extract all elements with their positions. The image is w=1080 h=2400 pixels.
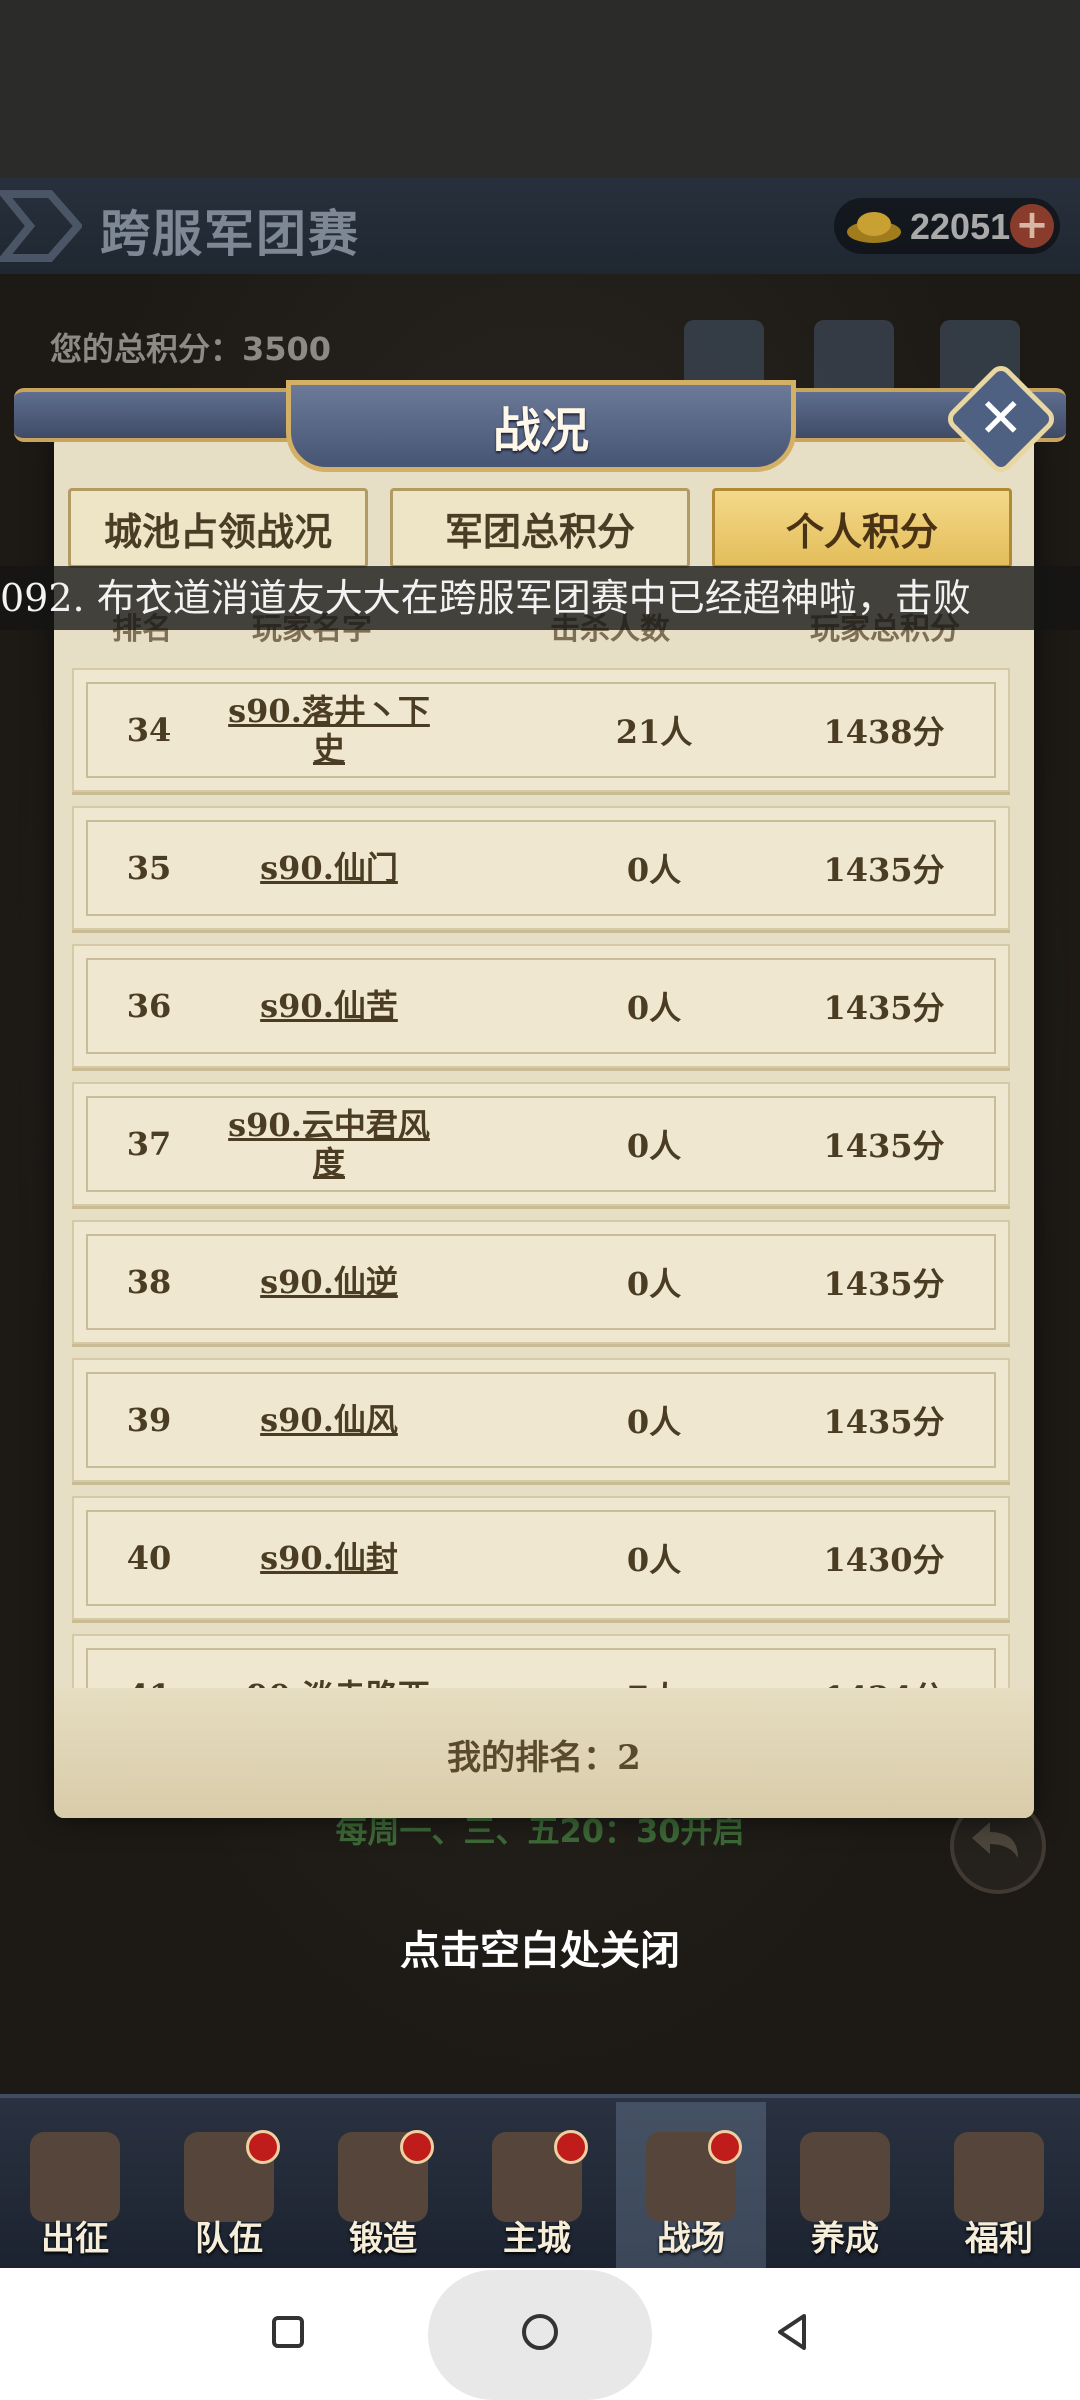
page-title: 跨服军团赛 <box>100 204 360 263</box>
total-score-text: 您的总积分：3500 <box>50 330 332 368</box>
recents-button[interactable] <box>238 2284 338 2380</box>
home-circle-icon <box>522 2314 558 2350</box>
row-kills: 0人 <box>626 989 682 1027</box>
table-row: 35 s90.仙门 0人 1435分 <box>72 806 1010 930</box>
nav-item-battlefield[interactable]: 战场 <box>616 2102 766 2268</box>
broadcast-ticker: 092. 布衣道消道友大大在跨服军团赛中已经超神啦，击败 <box>0 566 1080 630</box>
tab-city-occupation[interactable]: 城池占领战况 <box>68 488 368 568</box>
row-kills: 0人 <box>626 1127 682 1165</box>
modal-tabs: 城池占领战况 军团总积分 个人积分 <box>68 488 1014 568</box>
row-score: 1430分 <box>823 1541 945 1579</box>
back-button[interactable] <box>742 2284 842 2380</box>
row-player-name[interactable]: s90.云中君风度 <box>214 1084 444 1204</box>
gold-ingot-icon <box>847 212 901 243</box>
table-row: 41 s90.淡走路西 7人 1424分 <box>72 1634 1010 1688</box>
table-row: 34 s90.落井丶下史 21人 1438分 <box>72 668 1010 792</box>
gift-temple-icon <box>954 2132 1044 2222</box>
nav-label: 主城 <box>503 2219 571 2259</box>
tab-personal-score[interactable]: 个人积分 <box>712 488 1012 568</box>
row-player-name[interactable]: s90.仙逆 <box>214 1222 444 1342</box>
nav-item-forge[interactable]: 锻造 <box>308 2102 458 2268</box>
nav-label: 出征 <box>41 2219 109 2259</box>
row-rank: 34 <box>126 711 172 749</box>
table-row: 38 s90.仙逆 0人 1435分 <box>72 1220 1010 1344</box>
nav-item-main-city[interactable]: 主城 <box>462 2102 612 2268</box>
bottom-navigation: 出征 队伍 锻造 主城 战场 养成 福利 <box>0 2094 1080 2268</box>
table-row: 36 s90.仙苦 0人 1435分 <box>72 944 1010 1068</box>
row-rank: 39 <box>126 1401 172 1439</box>
my-rank-footer: 我的排名：2 <box>54 1690 1034 1818</box>
nav-item-welfare[interactable]: 福利 <box>924 2102 1074 2268</box>
table-row: 39 s90.仙风 0人 1435分 <box>72 1358 1010 1482</box>
ranking-list[interactable]: 34 s90.落井丶下史 21人 1438分 35 s90.仙门 0人 1435… <box>72 668 1010 1688</box>
row-player-name[interactable]: s90.仙风 <box>214 1360 444 1480</box>
row-score: 1435分 <box>823 851 945 889</box>
nav-label: 养成 <box>811 2219 879 2259</box>
row-score: 1435分 <box>823 1265 945 1303</box>
row-player-name[interactable]: s90.仙苦 <box>214 946 444 1066</box>
row-score: 1438分 <box>823 713 945 751</box>
nav-label: 战场 <box>657 2219 725 2259</box>
row-kills: 7人 <box>554 1636 754 1688</box>
row-kills: 21人 <box>615 713 693 751</box>
notification-dot <box>400 2130 434 2164</box>
row-player-name[interactable]: s90.仙封 <box>214 1498 444 1618</box>
top-dark-area <box>0 0 1080 178</box>
crossed-swords-icon <box>30 2132 120 2222</box>
recents-square-icon <box>272 2316 304 2348</box>
page-header: 跨服军团赛 22051 + <box>0 178 1080 274</box>
row-kills: 0人 <box>626 1265 682 1303</box>
nav-item-expedition[interactable]: 出征 <box>0 2102 150 2268</box>
row-player-name[interactable]: s90.落井丶下史 <box>214 670 444 790</box>
close-hint-text[interactable]: 点击空白处关闭 <box>0 1918 1080 1976</box>
table-row: 40 s90.仙封 0人 1430分 <box>72 1496 1010 1620</box>
row-score: 1435分 <box>823 989 945 1027</box>
home-button[interactable] <box>490 2284 590 2380</box>
nav-label: 锻造 <box>349 2219 417 2259</box>
row-rank: 40 <box>126 1539 172 1577</box>
notification-dot <box>554 2130 588 2164</box>
row-kills: 0人 <box>626 851 682 889</box>
row-kills: 0人 <box>626 1403 682 1441</box>
close-icon: ✕ <box>978 387 1024 450</box>
back-emblem-icon[interactable] <box>0 184 82 268</box>
row-rank: 35 <box>126 849 172 887</box>
nav-item-cultivation[interactable]: 养成 <box>770 2102 920 2268</box>
row-player-name[interactable]: s90.仙门 <box>214 808 444 928</box>
nav-label: 福利 <box>965 2219 1033 2259</box>
row-rank: 37 <box>126 1125 172 1163</box>
notification-dot <box>246 2130 280 2164</box>
row-rank: 41 <box>74 1636 224 1688</box>
gold-value: 22051 <box>910 206 1011 247</box>
row-score: 1435分 <box>823 1127 945 1165</box>
row-score: 1424分 <box>774 1636 994 1688</box>
back-triangle-icon <box>778 2314 806 2350</box>
row-kills: 0人 <box>626 1541 682 1579</box>
row-score: 1435分 <box>823 1403 945 1441</box>
notification-dot <box>708 2130 742 2164</box>
row-rank: 36 <box>126 987 172 1025</box>
row-rank: 38 <box>126 1263 172 1301</box>
row-player-name[interactable]: s90.淡走路西 <box>214 1636 444 1688</box>
gold-counter: 22051 + <box>834 198 1060 254</box>
nav-label: 队伍 <box>195 2219 263 2259</box>
table-row: 37 s90.云中君风度 0人 1435分 <box>72 1082 1010 1206</box>
add-gold-button[interactable]: + <box>1010 204 1054 248</box>
modal-title: 战况 <box>492 403 589 459</box>
tab-legion-total-score[interactable]: 军团总积分 <box>390 488 690 568</box>
modal-title-plate: 战况 <box>286 380 796 472</box>
nav-item-team[interactable]: 队伍 <box>154 2102 304 2268</box>
pagoda-icon <box>800 2132 890 2222</box>
